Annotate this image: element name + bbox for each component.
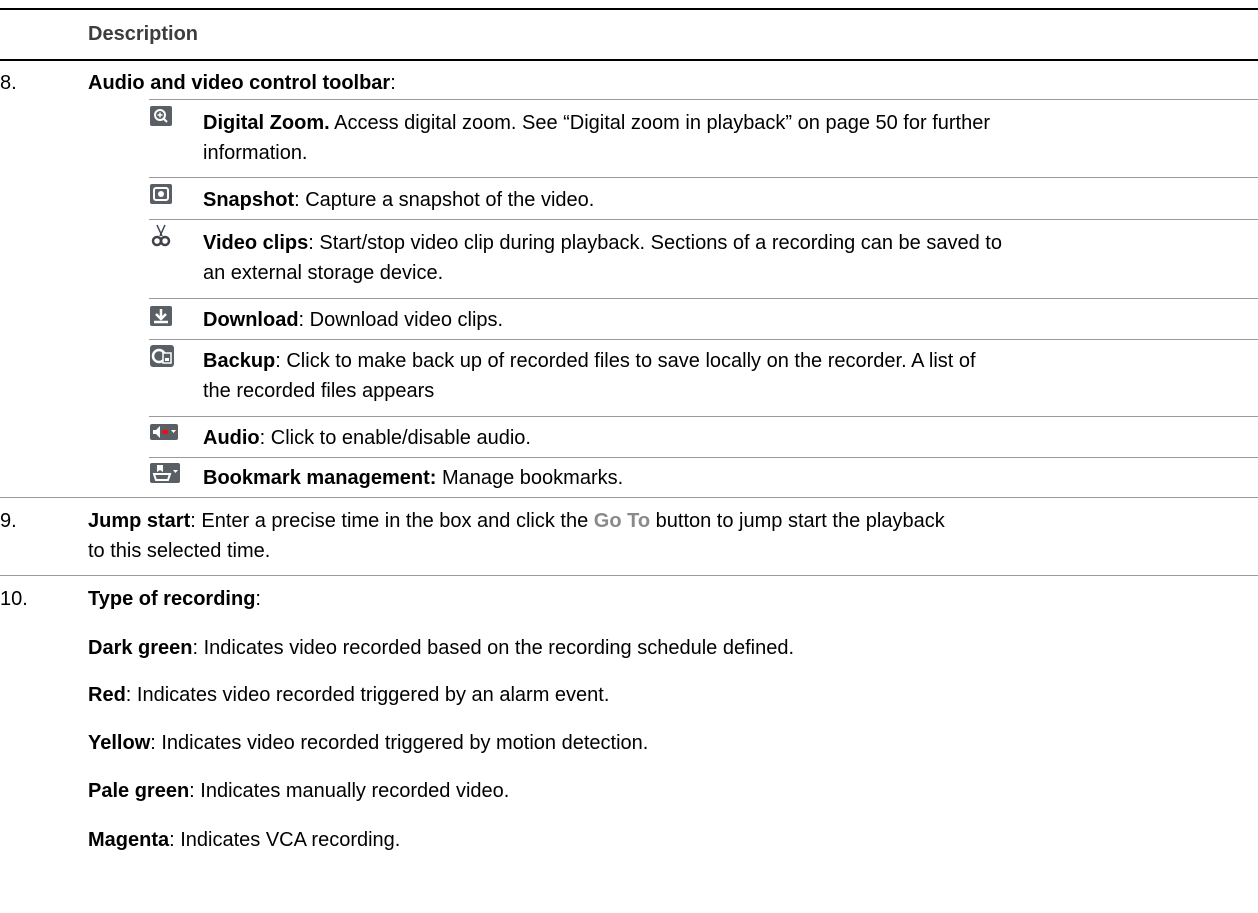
go-to-label: Go To <box>593 510 651 532</box>
row-jump-start: Jump start: Enter a precise time in the … <box>88 510 945 532</box>
toolbar-item-video-clips-cont: an external storage device. <box>203 262 444 284</box>
recording-type-yellow: Yellow: Indicates video recorded trigger… <box>88 732 649 754</box>
backup-icon <box>149 344 175 367</box>
row-divider <box>149 416 1258 417</box>
zoom-in-icon <box>149 105 175 127</box>
row-number: 10. <box>0 588 28 610</box>
row-title: Audio and video control toolbar: <box>88 72 396 94</box>
row-divider <box>0 497 1258 498</box>
recording-type-red: Red: Indicates video recorded triggered … <box>88 684 610 706</box>
table-header-rule <box>0 59 1258 61</box>
row-divider <box>149 298 1258 299</box>
row-divider <box>149 99 1258 100</box>
row-divider <box>0 575 1258 576</box>
recording-type-dark-green: Dark green: Indicates video recorded bas… <box>88 637 795 659</box>
row-number: 9. <box>0 510 17 532</box>
toolbar-item-zoom: Digital Zoom. Access digital zoom. See “… <box>203 112 991 134</box>
row-jump-start-cont: to this selected time. <box>88 540 271 562</box>
scissors-icon <box>149 224 175 247</box>
toolbar-item-audio: Audio: Click to enable/disable audio. <box>203 427 531 449</box>
table-top-rule <box>0 8 1258 10</box>
toolbar-item-snapshot: Snapshot: Capture a snapshot of the vide… <box>203 189 595 211</box>
row-divider <box>149 339 1258 340</box>
toolbar-item-download: Download: Download video clips. <box>203 309 504 331</box>
recording-type-pale-green: Pale green: Indicates manually recorded … <box>88 780 510 802</box>
recording-type-magenta: Magenta: Indicates VCA recording. <box>88 829 401 851</box>
row-divider <box>149 457 1258 458</box>
row-number: 8. <box>0 72 17 94</box>
toolbar-item-backup-cont: the recorded files appears <box>203 380 435 402</box>
toolbar-item-bookmark: Bookmark management: Manage bookmarks. <box>203 467 624 489</box>
column-header-description: Description <box>88 23 199 45</box>
row-divider <box>149 177 1258 178</box>
download-icon <box>149 305 175 327</box>
audio-icon <box>149 423 178 445</box>
bookmark-icon <box>149 462 180 484</box>
row-divider <box>149 219 1258 220</box>
row-title: Type of recording: <box>88 588 261 610</box>
camera-icon <box>149 183 175 205</box>
toolbar-item-backup: Backup: Click to make back up of recorde… <box>203 350 976 372</box>
toolbar-item-zoom-cont: information. <box>203 142 308 164</box>
toolbar-item-video-clips: Video clips: Start/stop video clip durin… <box>203 232 1002 254</box>
